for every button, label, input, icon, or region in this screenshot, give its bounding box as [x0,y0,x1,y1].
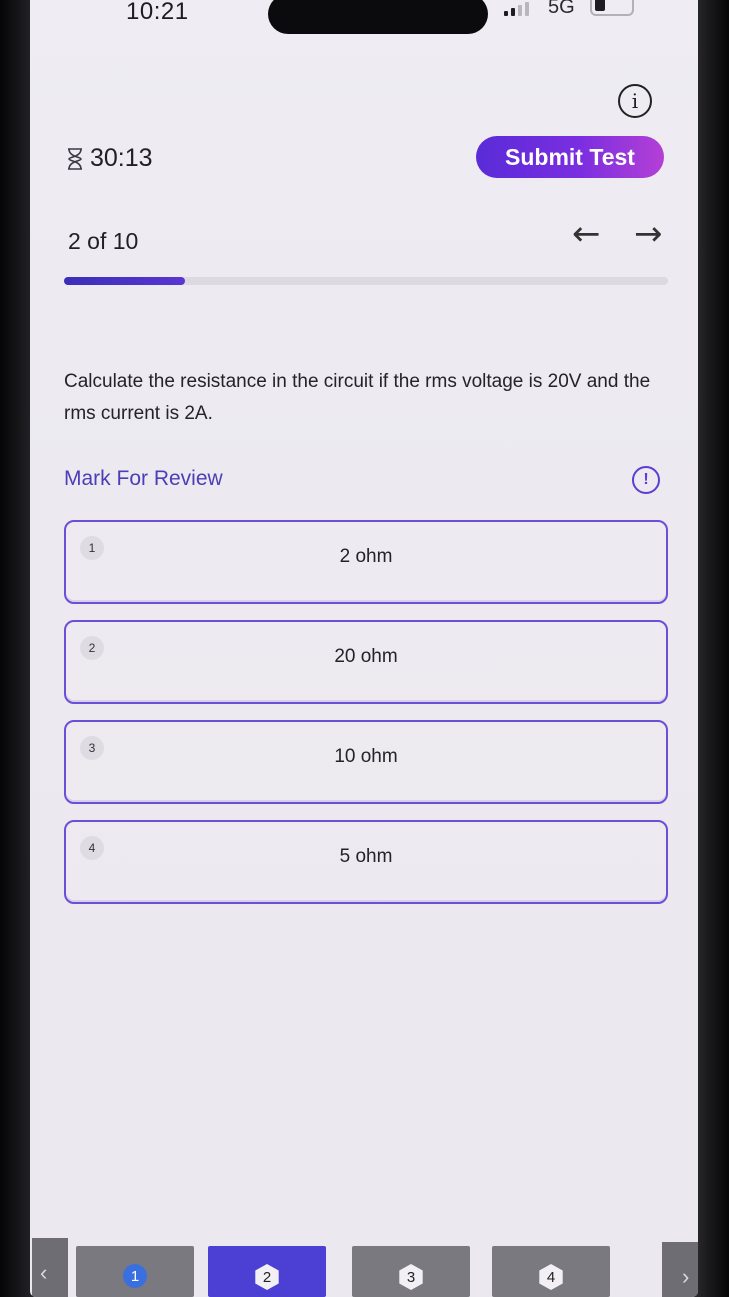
progress-bar-fill [64,277,185,285]
option-3[interactable]: 3 10 ohm [64,720,668,804]
option-text: 20 ohm [334,646,398,667]
arrow-right-icon[interactable]: → [634,214,663,254]
page-tab-4[interactable]: 4 [492,1246,610,1297]
arrow-left-icon[interactable]: ← [572,214,601,254]
option-text: 10 ohm [334,746,398,767]
status-time: 10:21 [126,0,189,25]
page-tab-2[interactable]: 2 [208,1246,326,1297]
question-position: 2 of 10 [68,228,139,254]
timer-value: 30:13 [90,144,153,172]
page-number: 4 [539,1264,563,1290]
submit-test-button[interactable]: Submit Test [476,136,664,178]
question-pager: ‹ 1 2 3 4 › [30,1236,698,1297]
network-label: 5G [548,0,575,18]
signal-icon [504,2,529,16]
page-number: 2 [255,1264,279,1290]
progress-bar [64,277,668,285]
page-number: 3 [399,1264,423,1290]
test-timer: 30:13 [66,144,153,173]
option-text: 5 ohm [339,846,393,867]
chevron-left-icon: ‹ [40,1260,48,1285]
battery-icon [590,0,634,16]
hourglass-icon [68,147,82,170]
app-screen: 10:21 5G i 30:13 Submit Test 2 of 10 ← →… [30,0,698,1297]
page-tab-3[interactable]: 3 [352,1246,470,1297]
option-4[interactable]: 4 5 ohm [64,820,668,904]
dynamic-island [268,0,488,34]
option-text: 2 ohm [339,546,393,567]
info-icon[interactable]: i [618,84,652,118]
alert-icon[interactable]: ! [632,466,660,494]
pager-scroll-right[interactable]: › [662,1242,698,1297]
phone-bezel-right [695,0,729,1297]
page-number: 1 [123,1264,147,1288]
mark-for-review-button[interactable]: Mark For Review [64,467,223,491]
page-tab-1[interactable]: 1 [76,1246,194,1297]
pager-scroll-left[interactable]: ‹ [32,1238,68,1297]
option-2[interactable]: 2 20 ohm [64,620,668,704]
chevron-right-icon: › [682,1264,690,1289]
option-1[interactable]: 1 2 ohm [64,520,668,604]
question-text: Calculate the resistance in the circuit … [64,371,651,424]
